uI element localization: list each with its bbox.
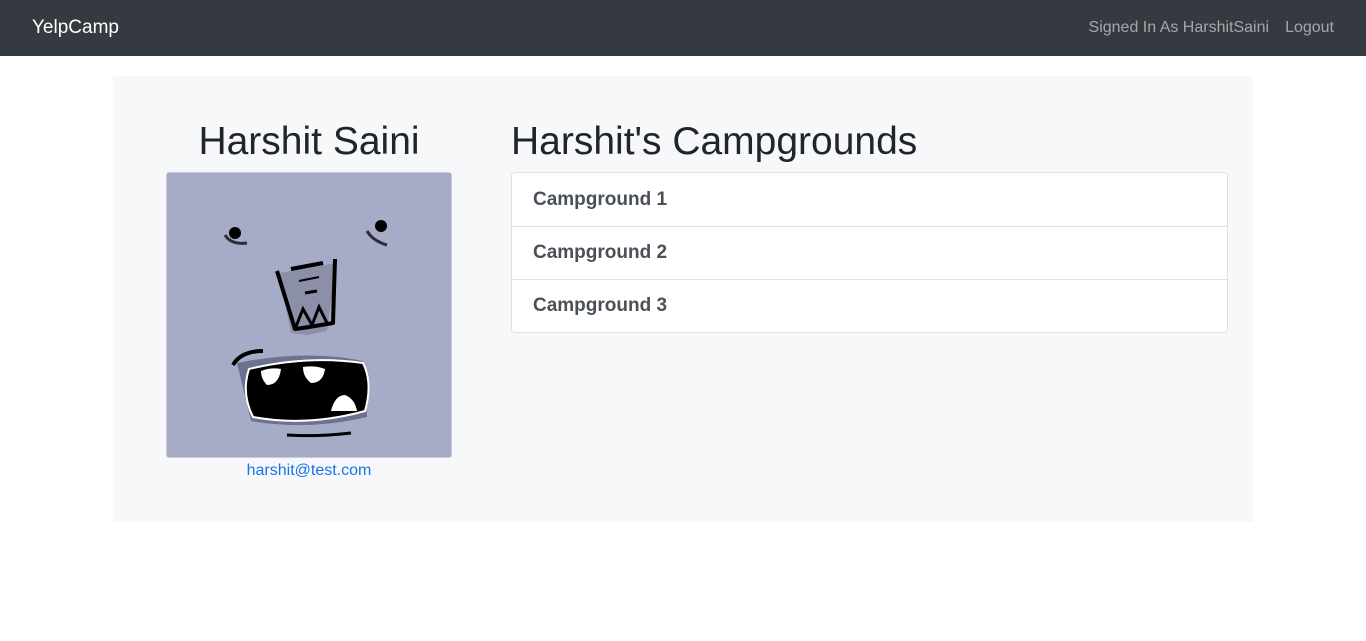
email-link[interactable]: harshit@test.com (247, 462, 372, 480)
campgrounds-list: Campground 1 Campground 2 Campground 3 (511, 172, 1228, 333)
signed-in-text: Signed In As HarshitSaini (1088, 19, 1270, 36)
logout-link[interactable]: Logout (1285, 19, 1334, 37)
avatar-face-icon (167, 173, 451, 457)
profile-card: Harshit Saini harshit@test.com (166, 120, 452, 480)
campgrounds-heading: Harshit's Campgrounds (511, 120, 918, 163)
profile-jumbotron: Harshit Saini harshit@test.com Harshit's… (113, 76, 1253, 522)
campgrounds-section: Harshit's Campgrounds Campground 1 Campg… (511, 120, 1228, 333)
campground-item[interactable]: Campground 3 (512, 279, 1227, 332)
campground-item[interactable]: Campground 2 (512, 226, 1227, 279)
campground-item[interactable]: Campground 1 (512, 173, 1227, 226)
avatar (166, 172, 452, 458)
profile-name: Harshit Saini (198, 120, 420, 163)
navbar: YelpCamp Signed In As HarshitSaini Logou… (0, 0, 1366, 56)
brand-link[interactable]: YelpCamp (32, 17, 119, 39)
navbar-right: Signed In As HarshitSaini Logout (1089, 19, 1334, 37)
